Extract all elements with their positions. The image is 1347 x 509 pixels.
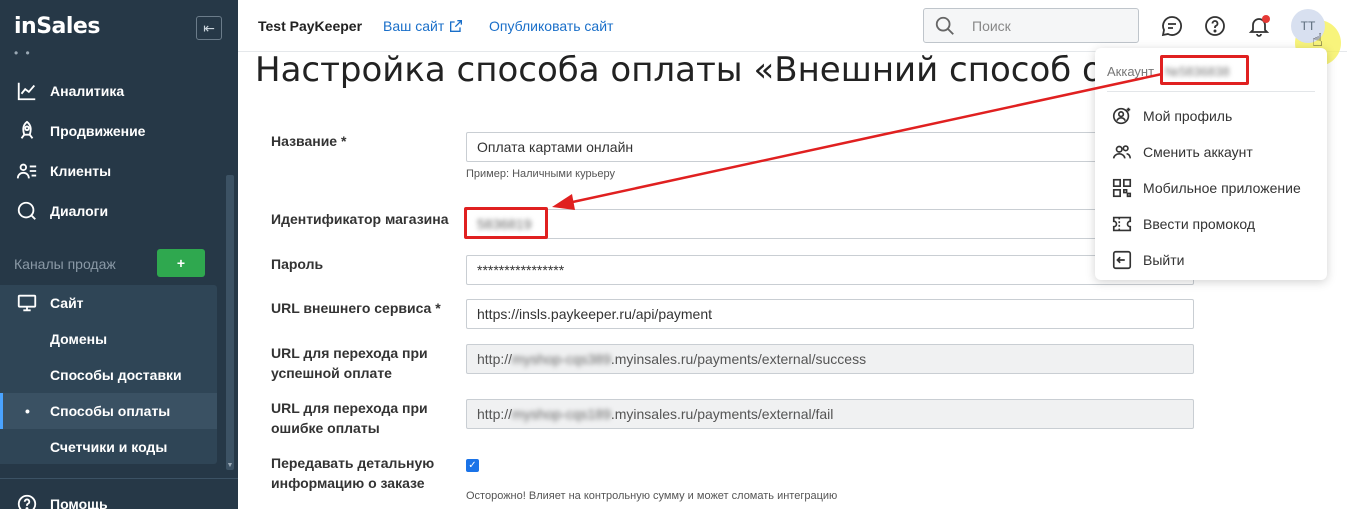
external-link-icon (448, 18, 464, 37)
qr-code-icon (1112, 178, 1132, 198)
sidebar: inSales ⇤ • • Аналитика Продвижение Клие… (0, 0, 238, 509)
sidebar-item-label: Способы оплаты (50, 403, 171, 419)
success-url-suffix: .myinsales.ru/payments/external/success (610, 351, 867, 367)
sidebar-item-clients[interactable]: Клиенты (0, 151, 230, 191)
external-url-label: URL внешнего сервиса * (271, 300, 441, 316)
sidebar-item-dialogs[interactable]: Диалоги (0, 191, 230, 231)
sidebar-item-label: Диалоги (50, 203, 109, 219)
name-hint: Пример: Наличными курьеру (466, 168, 615, 180)
shop-name: Test PayKeeper (258, 18, 363, 34)
fail-url-label: URL для перехода при ошибке оплаты (271, 400, 428, 436)
menu-item-switch-account[interactable]: Сменить аккаунт (1111, 140, 1253, 164)
success-url-blurred: myshop-cqs389 (512, 351, 611, 367)
detail-info-label: Передавать детальную информацию о заказе (271, 455, 435, 491)
menu-item-promo-code[interactable]: Ввести промокод (1111, 212, 1255, 236)
external-url-field[interactable]: https://insls.paykeeper.ru/api/payment (466, 299, 1194, 329)
sidebar-subitem-delivery[interactable]: Способы доставки (0, 357, 217, 393)
add-channel-button[interactable]: + (157, 249, 205, 277)
password-label: Пароль (271, 256, 324, 272)
your-site-link[interactable]: Ваш сайт (383, 18, 464, 37)
sidebar-divider (0, 478, 238, 479)
sidebar-item-label: Продвижение (50, 123, 146, 139)
users-list-icon (14, 161, 40, 181)
shop-id-label: Идентификатор магазина (271, 211, 449, 227)
more-icon: • • (14, 46, 32, 60)
profile-icon (1112, 107, 1131, 125)
name-field[interactable]: Оплата картами онлайн (466, 132, 1194, 162)
page-title: Настройка способа оплаты «Внешний способ… (255, 50, 1168, 90)
logout-icon (1112, 250, 1132, 270)
password-field[interactable]: **************** (466, 255, 1194, 285)
search-input[interactable]: Поиск (923, 8, 1139, 43)
fail-url-suffix: .myinsales.ru/payments/external/fail (610, 406, 834, 422)
help-icon (14, 494, 40, 509)
rocket-icon (14, 120, 40, 141)
fail-url-field: http://myshop-cqs189.myinsales.ru/paymen… (466, 399, 1194, 429)
menu-item-label: Выйти (1143, 252, 1185, 268)
detail-info-hint: Осторожно! Влияет на контрольную сумму и… (466, 490, 838, 502)
insales-logo[interactable]: inSales (14, 14, 100, 39)
your-site-label: Ваш сайт (383, 18, 445, 35)
sidebar-item-label: Сайт (50, 295, 84, 311)
fail-url-blurred: myshop-cqs189 (512, 406, 611, 422)
sidebar-item-label: Аналитика (50, 83, 125, 99)
sidebar-item-analytics[interactable]: Аналитика (0, 71, 230, 111)
chat-bubble-icon (14, 201, 40, 221)
fail-url-prefix: http:// (477, 406, 513, 422)
search-icon (934, 15, 956, 42)
menu-item-label: Мой профиль (1143, 108, 1233, 124)
sidebar-item-promotion[interactable]: Продвижение (0, 111, 230, 151)
name-label: Название * (271, 133, 347, 149)
scroll-down-icon[interactable]: ▼ (226, 462, 234, 470)
sidebar-subitem-payment-methods[interactable]: • Способы оплаты (0, 393, 217, 429)
switch-account-icon (1112, 145, 1132, 159)
sidebar-subitem-domains[interactable]: Домены (0, 321, 217, 357)
menu-item-label: Сменить аккаунт (1143, 144, 1253, 160)
sidebar-scrollbar[interactable] (226, 175, 234, 470)
sidebar-item-label: Клиенты (50, 163, 112, 179)
annotation-box-shop-id (464, 207, 548, 239)
menu-item-label: Ввести промокод (1143, 216, 1256, 232)
sidebar-item-label: Помощь (50, 496, 108, 509)
monitor-icon (14, 293, 40, 313)
collapse-sidebar-button[interactable]: ⇤ (196, 16, 222, 40)
ticket-icon (1112, 216, 1132, 232)
account-label: Аккаунт (1107, 64, 1155, 79)
sidebar-subitem-counters[interactable]: Счетчики и коды (0, 429, 217, 465)
menu-item-label: Мобильное приложение (1143, 180, 1301, 196)
success-url-prefix: http:// (477, 351, 513, 367)
sidebar-item-site[interactable]: Сайт (0, 283, 230, 323)
publish-site-link[interactable]: Опубликовать сайт (489, 18, 613, 34)
menu-item-my-profile[interactable]: Мой профиль (1111, 104, 1232, 128)
success-url-field: http://myshop-cqs389.myinsales.ru/paymen… (466, 344, 1194, 374)
help-circle-icon[interactable] (1203, 14, 1227, 38)
chart-line-icon (14, 81, 40, 101)
detail-info-checkbox[interactable]: ✓ (466, 459, 479, 472)
search-placeholder: Поиск (972, 18, 1011, 34)
sidebar-item-help[interactable]: Помощь (0, 484, 230, 509)
success-url-label: URL для перехода при успешной оплате (271, 345, 428, 381)
menu-item-mobile-app[interactable]: Мобильное приложение (1111, 176, 1301, 200)
active-bullet: • (25, 403, 30, 419)
top-bar: Test PayKeeper Ваш сайт Опубликовать сай… (238, 0, 1347, 52)
messages-icon[interactable] (1160, 14, 1184, 38)
annotation-box-account (1160, 55, 1249, 85)
dropdown-separator (1107, 91, 1315, 92)
notification-dot (1262, 15, 1270, 23)
shop-id-field[interactable]: 5836819 (466, 209, 1194, 239)
sales-channels-label: Каналы продаж (14, 256, 116, 272)
menu-item-logout[interactable]: Выйти (1111, 248, 1184, 272)
